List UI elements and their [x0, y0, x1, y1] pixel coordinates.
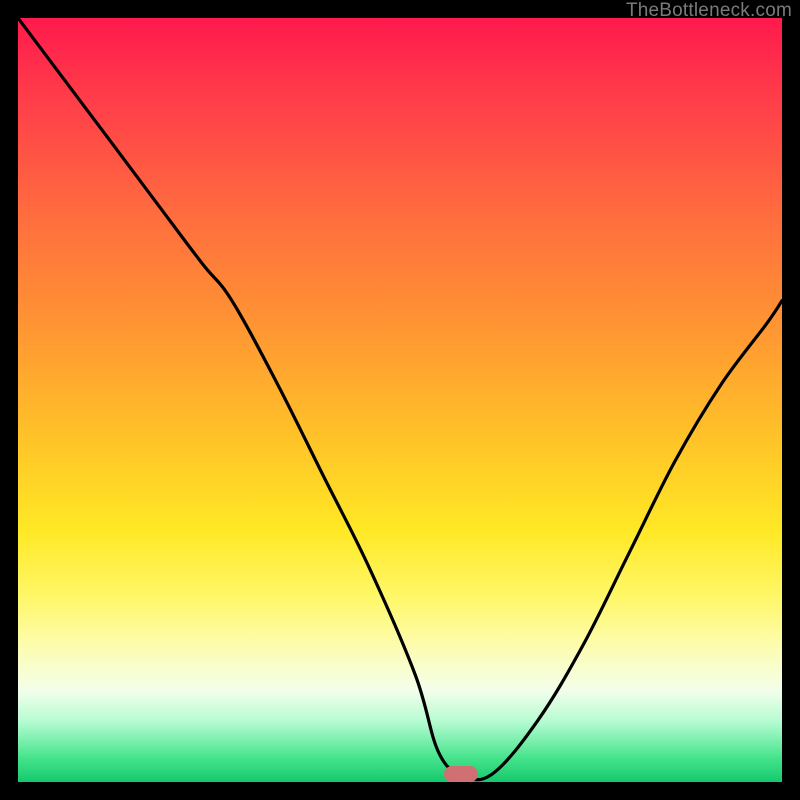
- attribution-text: TheBottleneck.com: [626, 0, 792, 22]
- gradient-background: [18, 18, 782, 782]
- chart-frame: TheBottleneck.com: [0, 0, 800, 800]
- plot-area: [18, 18, 782, 782]
